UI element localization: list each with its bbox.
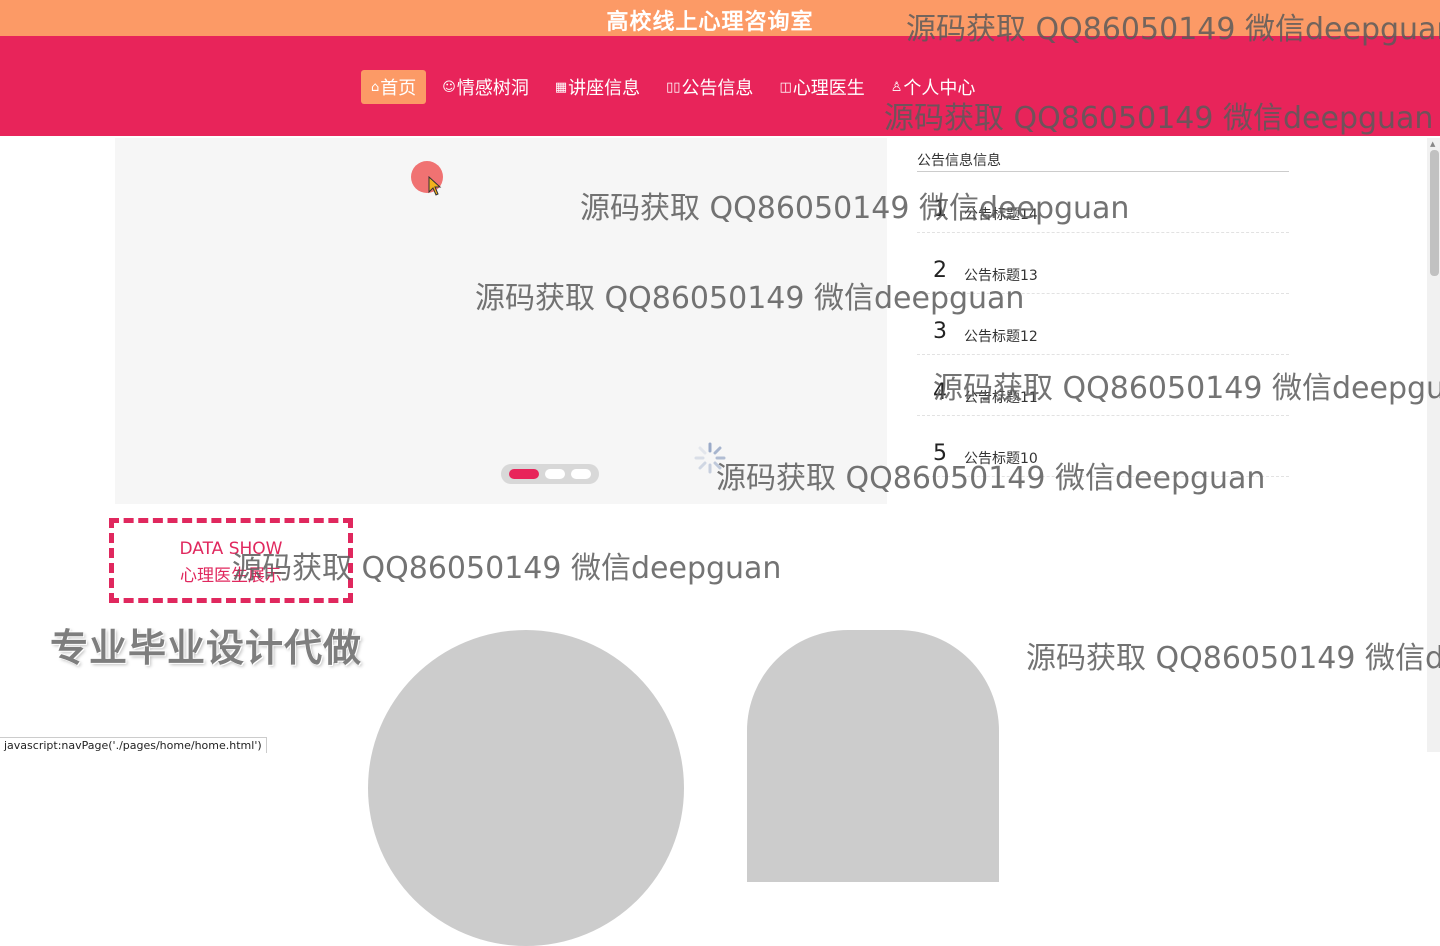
notice-item[interactable]: 5 公告标题10: [917, 416, 1289, 477]
notice-number: 2: [933, 258, 947, 283]
columns-icon: ▯▯: [666, 79, 681, 95]
nav-item-label: 个人中心: [903, 78, 976, 99]
home-icon: ⌂: [371, 79, 380, 95]
notice-title[interactable]: 公告标题14: [964, 204, 1038, 224]
nav-item-label: 首页: [380, 78, 417, 99]
watermark-text: 源码获取 QQ86050149 微信deepguan: [1026, 641, 1440, 676]
nav-item-label: 心理医生: [792, 78, 865, 99]
notice-panel: 公告信息信息 1 公告标题14 2 公告标题13 3 公告标题12 4 公告标题…: [917, 150, 1289, 477]
notice-item[interactable]: 3 公告标题12: [917, 294, 1289, 355]
section-heading-box: DATA SHOW 心理医生展示: [109, 518, 353, 603]
banner-carousel[interactable]: [115, 138, 887, 504]
section-title-cn: 心理医生展示: [180, 566, 282, 586]
nav-item-label: 情感树洞: [456, 78, 529, 99]
notice-number: 3: [933, 319, 947, 344]
mouse-cursor-icon: [428, 176, 442, 196]
nav-item-label: 讲座信息: [568, 78, 641, 99]
notice-title[interactable]: 公告标题11: [964, 387, 1038, 407]
grid-icon: ▦: [554, 79, 568, 95]
nav-item-lectures[interactable]: ▦ 讲座信息: [545, 70, 650, 104]
user-icon: ♙: [890, 79, 903, 95]
notice-item[interactable]: 2 公告标题13: [917, 233, 1289, 294]
nav-item-emotion-tree[interactable]: ☺ 情感树洞: [432, 70, 539, 104]
carousel-dot[interactable]: [571, 469, 591, 479]
carousel-dot[interactable]: [545, 469, 565, 479]
notice-item[interactable]: 1 公告标题14: [917, 172, 1289, 233]
nav-item-profile[interactable]: ♙ 个人中心: [881, 70, 986, 104]
nav-item-notices[interactable]: ▯▯ 公告信息: [656, 70, 763, 104]
loading-spinner-icon: [694, 442, 726, 474]
book-icon: ◫: [779, 79, 792, 95]
notice-panel-heading: 公告信息信息: [917, 150, 1289, 172]
carousel-dot[interactable]: [509, 469, 539, 479]
scroll-up-arrow-icon[interactable]: ▲: [1430, 140, 1435, 148]
notice-title[interactable]: 公告标题10: [964, 448, 1038, 468]
doctor-photo[interactable]: [747, 630, 999, 882]
top-banner: 高校线上心理咨询室: [0, 0, 1440, 36]
notice-title[interactable]: 公告标题12: [964, 326, 1038, 346]
status-bar-url: javascript:navPage('./pages/home/home.ht…: [0, 737, 267, 753]
site-title: 高校线上心理咨询室: [606, 10, 814, 35]
notice-number: 1: [933, 197, 947, 222]
scrollbar-thumb[interactable]: [1430, 150, 1439, 276]
main-nav: ⌂ 首页 ☺ 情感树洞 ▦ 讲座信息 ▯▯ 公告信息 ◫ 心理医生 ♙ 个人中心: [361, 70, 991, 104]
nav-item-home[interactable]: ⌂ 首页: [361, 70, 427, 104]
notice-number: 5: [933, 441, 947, 466]
section-title-en: DATA SHOW: [179, 539, 283, 559]
notice-item[interactable]: 4 公告标题11: [917, 355, 1289, 416]
notice-number: 4: [933, 380, 947, 405]
smile-icon: ☺: [442, 79, 456, 95]
promo-overlay-text: 专业毕业设计代做: [50, 626, 363, 670]
nav-item-label: 公告信息: [681, 78, 754, 99]
doctor-photo[interactable]: [368, 630, 684, 946]
notice-title[interactable]: 公告标题13: [964, 265, 1038, 285]
carousel-indicators: [501, 464, 599, 484]
nav-item-doctors[interactable]: ◫ 心理医生: [769, 70, 874, 104]
